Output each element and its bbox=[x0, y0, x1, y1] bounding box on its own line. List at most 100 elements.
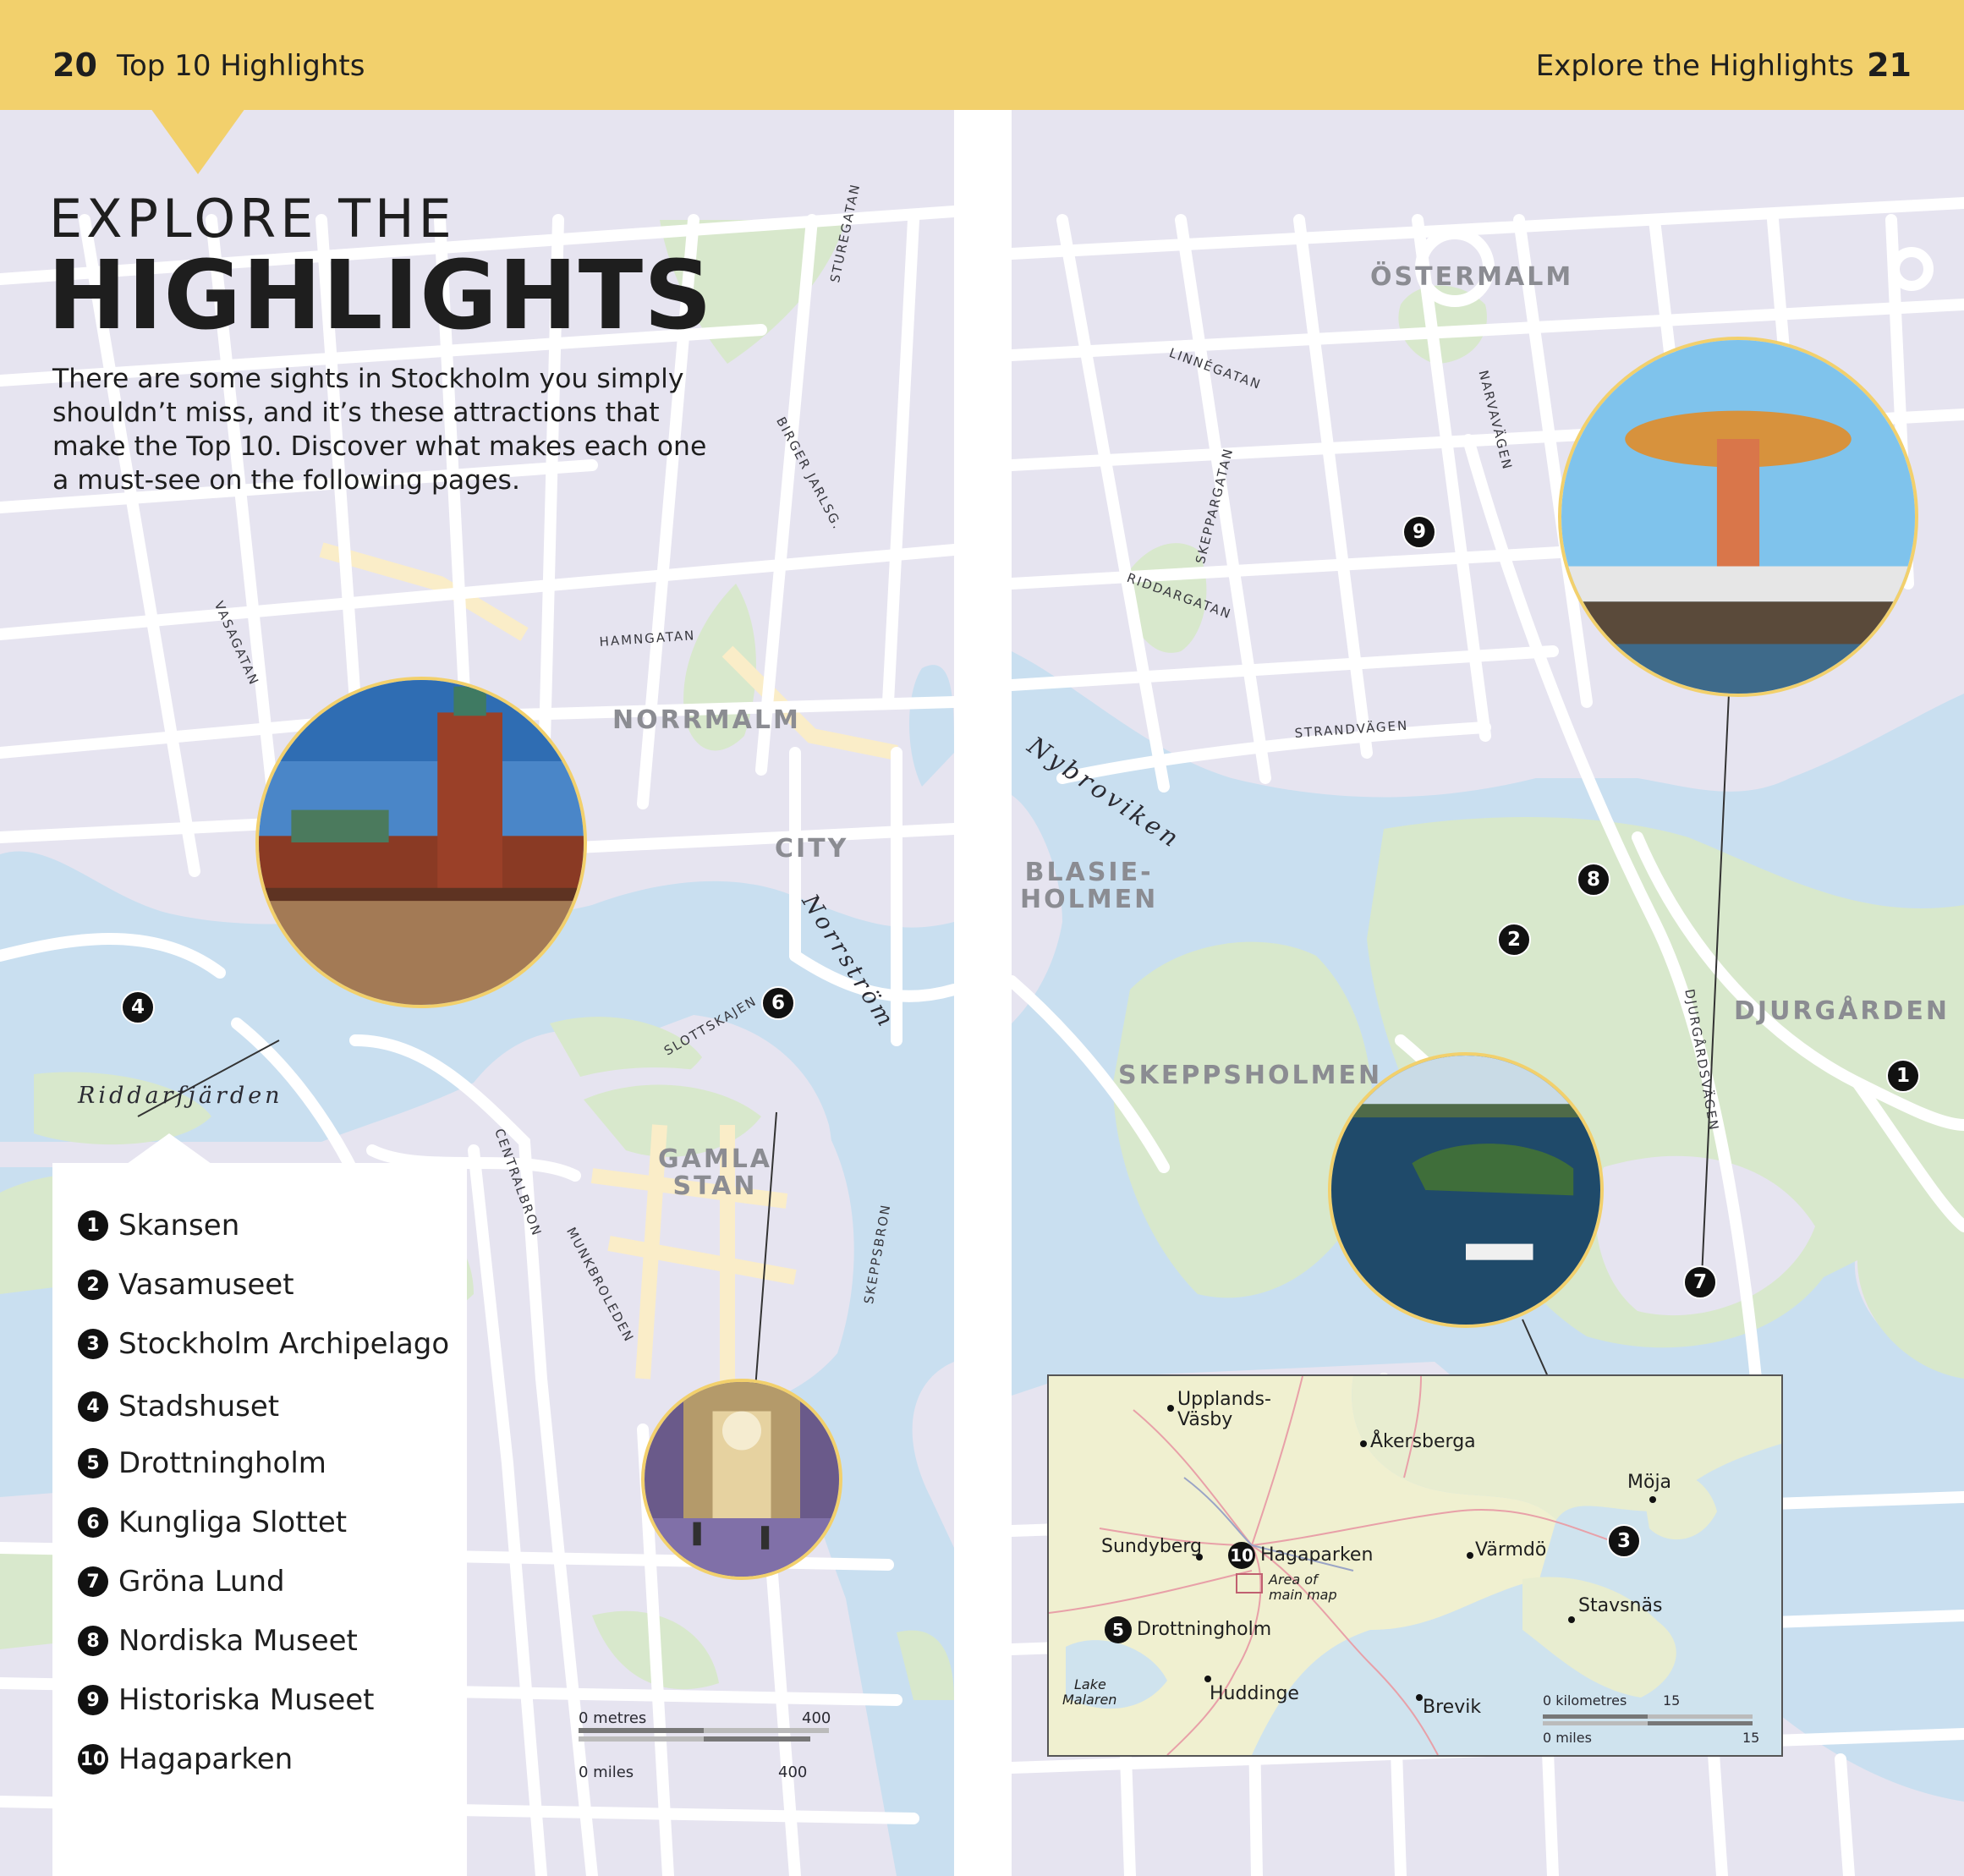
inset-map[interactable]: Upplands- Väsby Åkersberga Möja Sundyber… bbox=[1047, 1374, 1783, 1757]
legend-item-8[interactable]: 8 Nordiska Museet bbox=[78, 1624, 358, 1658]
highlights-legend: 1 Skansen 2 Vasamuseet 3 Stockholm Archipel… bbox=[52, 1163, 467, 1876]
scale-metres-value: 400 bbox=[802, 1709, 831, 1727]
main-scale-bar bbox=[579, 1728, 829, 1755]
legend-label: Kungliga Slottet bbox=[118, 1506, 348, 1539]
legend-label: Stadshuset bbox=[118, 1390, 280, 1423]
area-gamla-stan-line-1: GAMLA bbox=[658, 1144, 773, 1174]
area-ostermalm: ÖSTERMALM bbox=[1370, 262, 1574, 292]
scale-metres-label: 0 metres bbox=[579, 1709, 647, 1727]
legend-label: Stockholm Archipelago bbox=[118, 1327, 450, 1361]
legend-label: Vasamuseet bbox=[118, 1268, 294, 1302]
inset-label-akersberga: Åkersberga bbox=[1370, 1431, 1476, 1452]
inset-label-huddinge: Huddinge bbox=[1210, 1683, 1299, 1704]
intro-text: There are some sights in Stockholm you s… bbox=[52, 364, 707, 496]
legend-label: Skansen bbox=[118, 1209, 240, 1242]
inset-label-stavsnas: Stavsnäs bbox=[1578, 1595, 1663, 1616]
legend-item-9[interactable]: 9 Historiska Museet bbox=[78, 1683, 375, 1717]
legend-item-5[interactable]: 5 Drottningholm bbox=[78, 1446, 326, 1480]
photo-grona-lund[interactable] bbox=[1558, 337, 1918, 697]
inset-label-lake-malaren-line-2: Malaren bbox=[1062, 1692, 1117, 1708]
legend-label: Nordiska Museet bbox=[118, 1624, 358, 1658]
map-marker-7[interactable]: 7 bbox=[1683, 1265, 1717, 1299]
right-running-title: Explore the Highlights bbox=[1535, 49, 1854, 83]
inset-point-upplands-vasby bbox=[1167, 1405, 1174, 1412]
map-marker-2[interactable]: 2 bbox=[1497, 923, 1531, 957]
map-marker-6[interactable]: 6 bbox=[761, 986, 795, 1020]
inset-drottningholm-label: Drottningholm bbox=[1137, 1619, 1272, 1640]
inset-point-huddinge bbox=[1204, 1676, 1211, 1682]
inset-label-varmdo: Värmdö bbox=[1475, 1539, 1547, 1561]
legend-item-6[interactable]: 6 Kungliga Slottet bbox=[78, 1506, 347, 1539]
inset-label-brevik: Brevik bbox=[1423, 1697, 1482, 1718]
map-marker-8[interactable]: 8 bbox=[1577, 863, 1610, 897]
legend-number: 10 bbox=[78, 1744, 108, 1775]
inset-point-brevik bbox=[1416, 1694, 1423, 1701]
stadshuset-illustration bbox=[259, 680, 584, 1005]
inset-point-varmdo bbox=[1467, 1552, 1473, 1559]
legend-notch bbox=[127, 1133, 211, 1164]
legend-label: Drottningholm bbox=[118, 1446, 326, 1480]
inset-area-note-line-1: Area of bbox=[1269, 1572, 1318, 1588]
grona-lund-illustration bbox=[1561, 340, 1915, 694]
legend-item-3[interactable]: 3 Stockholm Archipelago bbox=[78, 1327, 449, 1361]
legend-number: 3 bbox=[78, 1329, 108, 1359]
header-tab-notch bbox=[151, 108, 245, 174]
area-djurgarden: DJURGÅRDEN bbox=[1734, 996, 1950, 1026]
area-blasieholmen-line-1: BLASIE- bbox=[1024, 858, 1154, 887]
photo-kungliga-slottet[interactable] bbox=[641, 1379, 842, 1580]
scale-miles-value: 400 bbox=[778, 1764, 808, 1781]
inset-hagaparken[interactable]: 10 Hagaparken bbox=[1228, 1542, 1373, 1569]
inset-scale-km-value: 15 bbox=[1663, 1692, 1681, 1709]
inset-point-akersberga bbox=[1360, 1440, 1367, 1447]
legend-label: Gröna Lund bbox=[118, 1565, 285, 1599]
title-line-2: HIGHLIGHTS bbox=[47, 241, 713, 351]
inset-drottningholm-number: 5 bbox=[1105, 1616, 1132, 1643]
photo-stadshuset[interactable] bbox=[255, 677, 587, 1008]
legend-number: 5 bbox=[78, 1448, 108, 1478]
legend-number: 7 bbox=[78, 1566, 108, 1597]
water-riddarfjarden: Riddarfjärden bbox=[78, 1083, 283, 1109]
inset-point-stavsnas bbox=[1568, 1616, 1575, 1623]
inset-drottningholm[interactable]: 5 Drottningholm bbox=[1105, 1616, 1271, 1643]
page-header: 20 Top 10 Highlights Explore the Highlig… bbox=[0, 0, 1964, 110]
inset-label-lake-malaren: Lake Malaren bbox=[1062, 1677, 1116, 1708]
page-gutter bbox=[954, 110, 1012, 1876]
area-blasieholmen-line-2: HOLMEN bbox=[1020, 885, 1159, 914]
inset-area-note-line-2: main map bbox=[1269, 1587, 1337, 1603]
legend-label: Historiska Museet bbox=[118, 1683, 375, 1717]
left-page-number: 20 bbox=[52, 47, 97, 84]
area-gamla-stan: GAMLA STAN bbox=[658, 1146, 772, 1200]
right-page-number: 21 bbox=[1867, 47, 1912, 84]
inset-scale-miles-value: 15 bbox=[1742, 1730, 1760, 1746]
inset-scale-km-label: 0 kilometres bbox=[1543, 1692, 1627, 1709]
inset-label-upplands-vasby-line-1: Upplands- bbox=[1177, 1389, 1271, 1410]
map-marker-1[interactable]: 1 bbox=[1886, 1059, 1920, 1093]
map-marker-3[interactable]: 3 bbox=[1607, 1524, 1641, 1558]
map-marker-4[interactable]: 4 bbox=[121, 990, 155, 1024]
kungliga-slottet-illustration bbox=[645, 1382, 839, 1577]
area-gamla-stan-line-2: STAN bbox=[672, 1171, 758, 1201]
area-city: CITY bbox=[775, 834, 849, 864]
scale-miles-label: 0 miles bbox=[579, 1764, 634, 1781]
inset-hagaparken-number: 10 bbox=[1228, 1542, 1255, 1569]
archipelago-illustration bbox=[1331, 1056, 1600, 1325]
legend-number: 2 bbox=[78, 1270, 108, 1300]
legend-number: 4 bbox=[78, 1391, 108, 1422]
legend-item-7[interactable]: 7 Gröna Lund bbox=[78, 1565, 285, 1599]
inset-scale-miles-label: 0 miles bbox=[1543, 1730, 1592, 1746]
inset-area-note: Area of main map bbox=[1269, 1572, 1337, 1603]
map-marker-9[interactable]: 9 bbox=[1402, 515, 1436, 549]
photo-stockholm-archipelago[interactable] bbox=[1328, 1052, 1604, 1328]
inset-point-moja bbox=[1649, 1496, 1656, 1503]
legend-item-10[interactable]: 10 Hagaparken bbox=[78, 1742, 293, 1776]
inset-label-upplands-vasby: Upplands- Väsby bbox=[1177, 1390, 1271, 1430]
legend-item-4[interactable]: 4 Stadshuset bbox=[78, 1390, 279, 1423]
area-norrmalm: NORRMALM bbox=[612, 705, 801, 735]
left-running-title: Top 10 Highlights bbox=[117, 49, 365, 83]
legend-item-2[interactable]: 2 Vasamuseet bbox=[78, 1268, 294, 1302]
inset-label-lake-malaren-line-1: Lake bbox=[1074, 1676, 1106, 1692]
legend-number: 9 bbox=[78, 1685, 108, 1715]
inset-label-sundyberg: Sundyberg bbox=[1101, 1536, 1202, 1557]
inset-label-moja: Möja bbox=[1627, 1472, 1672, 1493]
legend-item-1[interactable]: 1 Skansen bbox=[78, 1209, 239, 1242]
